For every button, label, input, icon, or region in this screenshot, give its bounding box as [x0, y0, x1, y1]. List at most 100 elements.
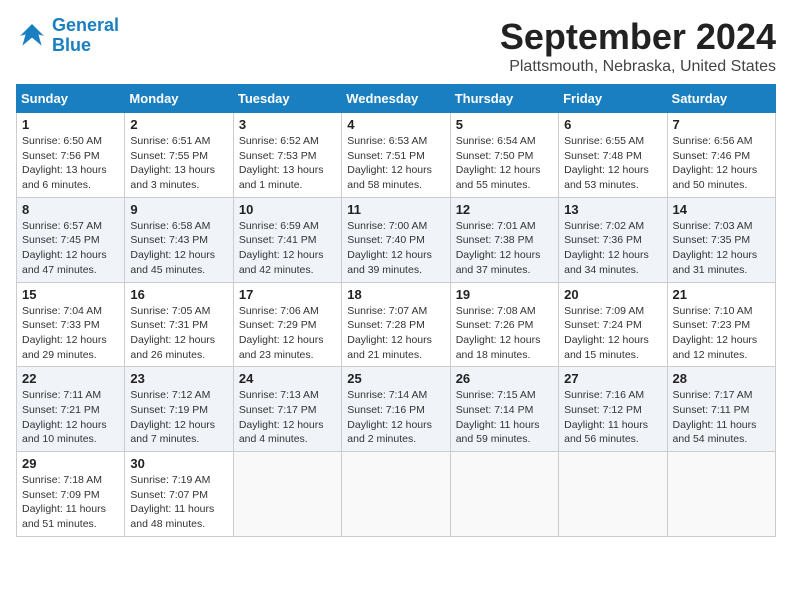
day-info: Sunrise: 7:12 AM Sunset: 7:19 PM Dayligh… [130, 388, 227, 447]
calendar-cell: 12 Sunrise: 7:01 AM Sunset: 7:38 PM Dayl… [450, 197, 558, 282]
day-number: 19 [456, 287, 553, 302]
day-info: Sunrise: 7:11 AM Sunset: 7:21 PM Dayligh… [22, 388, 119, 447]
calendar-header-row: SundayMondayTuesdayWednesdayThursdayFrid… [17, 85, 776, 113]
calendar-cell: 20 Sunrise: 7:09 AM Sunset: 7:24 PM Dayl… [559, 282, 667, 367]
day-number: 28 [673, 371, 770, 386]
calendar-cell: 16 Sunrise: 7:05 AM Sunset: 7:31 PM Dayl… [125, 282, 233, 367]
logo-icon [16, 20, 48, 52]
logo-line1: General [52, 15, 119, 35]
day-number: 15 [22, 287, 119, 302]
day-number: 5 [456, 117, 553, 132]
calendar-cell: 9 Sunrise: 6:58 AM Sunset: 7:43 PM Dayli… [125, 197, 233, 282]
calendar-cell: 19 Sunrise: 7:08 AM Sunset: 7:26 PM Dayl… [450, 282, 558, 367]
day-number: 3 [239, 117, 336, 132]
calendar-cell [233, 452, 341, 537]
day-number: 18 [347, 287, 444, 302]
day-info: Sunrise: 6:52 AM Sunset: 7:53 PM Dayligh… [239, 134, 336, 193]
day-info: Sunrise: 7:09 AM Sunset: 7:24 PM Dayligh… [564, 304, 661, 363]
day-info: Sunrise: 7:02 AM Sunset: 7:36 PM Dayligh… [564, 219, 661, 278]
weekday-header-friday: Friday [559, 85, 667, 113]
calendar-week-row: 29 Sunrise: 7:18 AM Sunset: 7:09 PM Dayl… [17, 452, 776, 537]
calendar-cell: 24 Sunrise: 7:13 AM Sunset: 7:17 PM Dayl… [233, 367, 341, 452]
calendar-cell: 6 Sunrise: 6:55 AM Sunset: 7:48 PM Dayli… [559, 113, 667, 198]
day-number: 2 [130, 117, 227, 132]
calendar-cell: 4 Sunrise: 6:53 AM Sunset: 7:51 PM Dayli… [342, 113, 450, 198]
day-number: 13 [564, 202, 661, 217]
calendar-cell: 23 Sunrise: 7:12 AM Sunset: 7:19 PM Dayl… [125, 367, 233, 452]
day-number: 7 [673, 117, 770, 132]
location-subtitle: Plattsmouth, Nebraska, United States [500, 58, 776, 76]
weekday-header-saturday: Saturday [667, 85, 775, 113]
calendar-cell: 15 Sunrise: 7:04 AM Sunset: 7:33 PM Dayl… [17, 282, 125, 367]
calendar-cell: 18 Sunrise: 7:07 AM Sunset: 7:28 PM Dayl… [342, 282, 450, 367]
day-info: Sunrise: 7:08 AM Sunset: 7:26 PM Dayligh… [456, 304, 553, 363]
day-number: 10 [239, 202, 336, 217]
calendar-cell: 25 Sunrise: 7:14 AM Sunset: 7:16 PM Dayl… [342, 367, 450, 452]
calendar-cell: 1 Sunrise: 6:50 AM Sunset: 7:56 PM Dayli… [17, 113, 125, 198]
day-number: 9 [130, 202, 227, 217]
calendar-cell: 21 Sunrise: 7:10 AM Sunset: 7:23 PM Dayl… [667, 282, 775, 367]
calendar-week-row: 1 Sunrise: 6:50 AM Sunset: 7:56 PM Dayli… [17, 113, 776, 198]
calendar-cell: 5 Sunrise: 6:54 AM Sunset: 7:50 PM Dayli… [450, 113, 558, 198]
calendar-cell: 27 Sunrise: 7:16 AM Sunset: 7:12 PM Dayl… [559, 367, 667, 452]
day-info: Sunrise: 6:56 AM Sunset: 7:46 PM Dayligh… [673, 134, 770, 193]
weekday-header-wednesday: Wednesday [342, 85, 450, 113]
month-year-title: September 2024 [500, 16, 776, 58]
day-number: 17 [239, 287, 336, 302]
logo: General Blue [16, 16, 119, 56]
day-number: 30 [130, 456, 227, 471]
calendar-cell: 10 Sunrise: 6:59 AM Sunset: 7:41 PM Dayl… [233, 197, 341, 282]
day-info: Sunrise: 7:17 AM Sunset: 7:11 PM Dayligh… [673, 388, 770, 447]
calendar-cell: 17 Sunrise: 7:06 AM Sunset: 7:29 PM Dayl… [233, 282, 341, 367]
day-number: 27 [564, 371, 661, 386]
day-info: Sunrise: 7:10 AM Sunset: 7:23 PM Dayligh… [673, 304, 770, 363]
day-number: 26 [456, 371, 553, 386]
calendar-cell: 2 Sunrise: 6:51 AM Sunset: 7:55 PM Dayli… [125, 113, 233, 198]
day-info: Sunrise: 6:54 AM Sunset: 7:50 PM Dayligh… [456, 134, 553, 193]
day-info: Sunrise: 7:05 AM Sunset: 7:31 PM Dayligh… [130, 304, 227, 363]
calendar-week-row: 22 Sunrise: 7:11 AM Sunset: 7:21 PM Dayl… [17, 367, 776, 452]
day-info: Sunrise: 7:01 AM Sunset: 7:38 PM Dayligh… [456, 219, 553, 278]
day-number: 16 [130, 287, 227, 302]
calendar-cell: 22 Sunrise: 7:11 AM Sunset: 7:21 PM Dayl… [17, 367, 125, 452]
title-block: September 2024 Plattsmouth, Nebraska, Un… [500, 16, 776, 76]
day-info: Sunrise: 6:50 AM Sunset: 7:56 PM Dayligh… [22, 134, 119, 193]
weekday-header-sunday: Sunday [17, 85, 125, 113]
weekday-header-tuesday: Tuesday [233, 85, 341, 113]
page-header: General Blue September 2024 Plattsmouth,… [16, 16, 776, 76]
calendar-week-row: 8 Sunrise: 6:57 AM Sunset: 7:45 PM Dayli… [17, 197, 776, 282]
logo-line2: Blue [52, 35, 91, 55]
calendar-week-row: 15 Sunrise: 7:04 AM Sunset: 7:33 PM Dayl… [17, 282, 776, 367]
calendar-cell: 28 Sunrise: 7:17 AM Sunset: 7:11 PM Dayl… [667, 367, 775, 452]
day-info: Sunrise: 7:03 AM Sunset: 7:35 PM Dayligh… [673, 219, 770, 278]
day-info: Sunrise: 6:55 AM Sunset: 7:48 PM Dayligh… [564, 134, 661, 193]
calendar-cell [559, 452, 667, 537]
calendar-table: SundayMondayTuesdayWednesdayThursdayFrid… [16, 84, 776, 537]
day-number: 11 [347, 202, 444, 217]
calendar-cell: 14 Sunrise: 7:03 AM Sunset: 7:35 PM Dayl… [667, 197, 775, 282]
logo-text: General Blue [52, 16, 119, 56]
day-number: 22 [22, 371, 119, 386]
calendar-cell: 7 Sunrise: 6:56 AM Sunset: 7:46 PM Dayli… [667, 113, 775, 198]
day-number: 4 [347, 117, 444, 132]
calendar-cell [667, 452, 775, 537]
day-number: 8 [22, 202, 119, 217]
calendar-cell: 29 Sunrise: 7:18 AM Sunset: 7:09 PM Dayl… [17, 452, 125, 537]
day-info: Sunrise: 7:16 AM Sunset: 7:12 PM Dayligh… [564, 388, 661, 447]
day-info: Sunrise: 6:57 AM Sunset: 7:45 PM Dayligh… [22, 219, 119, 278]
day-info: Sunrise: 7:04 AM Sunset: 7:33 PM Dayligh… [22, 304, 119, 363]
day-info: Sunrise: 7:13 AM Sunset: 7:17 PM Dayligh… [239, 388, 336, 447]
day-number: 6 [564, 117, 661, 132]
day-info: Sunrise: 6:59 AM Sunset: 7:41 PM Dayligh… [239, 219, 336, 278]
day-info: Sunrise: 7:07 AM Sunset: 7:28 PM Dayligh… [347, 304, 444, 363]
day-number: 12 [456, 202, 553, 217]
weekday-header-monday: Monday [125, 85, 233, 113]
calendar-cell: 11 Sunrise: 7:00 AM Sunset: 7:40 PM Dayl… [342, 197, 450, 282]
day-number: 14 [673, 202, 770, 217]
day-number: 21 [673, 287, 770, 302]
calendar-cell: 13 Sunrise: 7:02 AM Sunset: 7:36 PM Dayl… [559, 197, 667, 282]
day-info: Sunrise: 7:18 AM Sunset: 7:09 PM Dayligh… [22, 473, 119, 532]
weekday-header-thursday: Thursday [450, 85, 558, 113]
day-info: Sunrise: 7:00 AM Sunset: 7:40 PM Dayligh… [347, 219, 444, 278]
day-info: Sunrise: 7:06 AM Sunset: 7:29 PM Dayligh… [239, 304, 336, 363]
